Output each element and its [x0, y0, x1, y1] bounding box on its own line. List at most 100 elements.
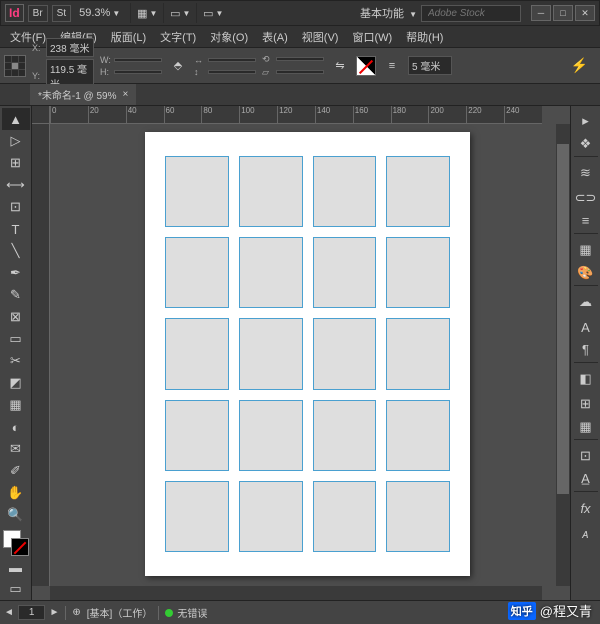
menu-view[interactable]: 视图(V) — [296, 27, 345, 47]
note-tool[interactable]: ✉ — [2, 438, 30, 460]
grid-cell[interactable] — [313, 237, 377, 308]
grid-cell[interactable] — [313, 481, 377, 552]
paragraph-styles-icon[interactable]: ⊡ — [574, 445, 598, 467]
effects-panel-icon[interactable]: fx — [574, 497, 598, 519]
constrain-icon[interactable]: ⬘ — [168, 56, 188, 76]
canvas[interactable] — [50, 124, 542, 586]
reference-point[interactable] — [4, 55, 26, 77]
search-input[interactable] — [421, 5, 521, 22]
gpu-icon[interactable]: ⚡ — [571, 57, 588, 74]
grid-cell[interactable] — [386, 237, 450, 308]
view-mode-toggle[interactable]: ▬ — [2, 556, 30, 578]
scale-y-field[interactable] — [208, 70, 256, 74]
close-icon[interactable]: × — [123, 89, 129, 100]
color-panel-icon[interactable]: ▦ — [574, 239, 598, 261]
rectangle-tool[interactable]: ▭ — [2, 328, 30, 350]
grid-cell[interactable] — [165, 481, 229, 552]
grid-cell[interactable] — [386, 318, 450, 389]
h-field[interactable] — [114, 70, 162, 74]
zoom-level[interactable]: 59.3%▼ — [79, 7, 120, 19]
minimize-button[interactable]: ─ — [531, 5, 551, 21]
grid-cell[interactable] — [386, 156, 450, 227]
grid-cell[interactable] — [165, 156, 229, 227]
horizontal-scrollbar[interactable] — [50, 586, 542, 600]
grid-cell[interactable] — [386, 400, 450, 471]
page-tool[interactable]: ⊞ — [2, 152, 30, 174]
character-styles-icon[interactable]: A̲ — [574, 470, 598, 492]
grid-cell[interactable] — [239, 481, 303, 552]
menu-table[interactable]: 表(A) — [256, 27, 294, 47]
vertical-ruler[interactable] — [32, 124, 50, 586]
page-prev-icon[interactable]: ◄ — [4, 607, 14, 618]
screen-mode-normal[interactable]: ▭ — [2, 578, 30, 600]
table-panel-icon[interactable]: ⊞ — [574, 393, 598, 415]
cell-styles-icon[interactable]: ▦ — [574, 418, 598, 440]
page-next-icon[interactable]: ► — [49, 607, 59, 618]
stroke-weight-field[interactable]: 5 毫米 — [408, 56, 452, 75]
menu-help[interactable]: 帮助(H) — [400, 27, 449, 47]
bridge-button[interactable]: Br — [28, 5, 48, 22]
free-transform-tool[interactable]: ◩ — [2, 372, 30, 394]
grid-cell[interactable] — [313, 156, 377, 227]
links-panel-icon[interactable]: ⊂⊃ — [574, 187, 598, 209]
grid-cell[interactable] — [386, 481, 450, 552]
grid-cell[interactable] — [165, 318, 229, 389]
paragraph-panel-icon[interactable]: ¶ — [574, 341, 598, 363]
direct-selection-tool[interactable]: ▷ — [2, 130, 30, 152]
scale-x-field[interactable] — [208, 58, 256, 62]
flip-h-icon[interactable]: ⇋ — [330, 56, 350, 76]
grid-cell[interactable] — [313, 400, 377, 471]
ruler-origin[interactable] — [32, 106, 50, 124]
eyedropper-tool[interactable]: ✐ — [2, 460, 30, 482]
gradient-swatch-tool[interactable]: ▦ — [2, 394, 30, 416]
grid-cell[interactable] — [313, 318, 377, 389]
screen-mode-icon[interactable]: ▭▼ — [170, 3, 190, 23]
glyphs-panel-icon[interactable]: ᴀ — [574, 522, 598, 544]
grid-cell[interactable] — [239, 400, 303, 471]
gap-tool[interactable]: ⟷ — [2, 174, 30, 196]
document-tab[interactable]: *未命名-1 @ 59% × — [30, 84, 136, 105]
grid-cell[interactable] — [239, 318, 303, 389]
preflight-profile[interactable]: [基本]（工作） — [87, 605, 153, 620]
stroke-panel-icon[interactable]: ≡ — [574, 212, 598, 234]
line-tool[interactable]: ╲ — [2, 240, 30, 262]
selection-tool[interactable]: ▲ — [2, 108, 30, 130]
type-tool[interactable]: T — [2, 218, 30, 240]
character-panel-icon[interactable]: A — [574, 316, 598, 338]
grid-cell[interactable] — [165, 237, 229, 308]
scissors-tool[interactable]: ✂ — [2, 350, 30, 372]
pencil-tool[interactable]: ✎ — [2, 284, 30, 306]
menu-object[interactable]: 对象(O) — [204, 27, 254, 47]
x-field[interactable]: 238 毫米 — [46, 38, 94, 57]
document-page[interactable] — [145, 132, 470, 576]
layers-panel-icon[interactable]: ≋ — [574, 162, 598, 184]
preflight-errors[interactable]: 无错误 — [177, 605, 207, 620]
maximize-button[interactable]: □ — [553, 5, 573, 21]
w-field[interactable] — [114, 58, 162, 62]
grid-cell[interactable] — [239, 237, 303, 308]
arrange-icon[interactable]: ▭▼ — [203, 3, 223, 23]
expand-panels-icon[interactable]: ▸ — [574, 110, 598, 132]
zoom-tool[interactable]: 🔍 — [2, 504, 30, 526]
hand-tool[interactable]: ✋ — [2, 482, 30, 504]
object-styles-icon[interactable]: ◧ — [574, 368, 598, 390]
grid-cell[interactable] — [239, 156, 303, 227]
menu-window[interactable]: 窗口(W) — [346, 27, 398, 47]
shear-field[interactable] — [276, 70, 324, 74]
fill-stroke-swatch[interactable] — [356, 56, 376, 76]
rectangle-frame-tool[interactable]: ⊠ — [2, 306, 30, 328]
menu-type[interactable]: 文字(T) — [154, 27, 202, 47]
rotate-field[interactable] — [276, 57, 324, 61]
menu-layout[interactable]: 版面(L) — [105, 27, 152, 47]
fill-stroke-toggle[interactable] — [3, 530, 29, 556]
preflight-menu-icon[interactable]: ⊕ — [72, 607, 80, 618]
workspace-switcher[interactable]: 基本功能 ▼ — [360, 5, 417, 21]
view-options-icon[interactable]: ▦▼ — [137, 3, 157, 23]
vertical-scrollbar[interactable] — [556, 124, 570, 586]
swatches-panel-icon[interactable]: 🎨 — [574, 264, 598, 286]
pages-panel-icon[interactable]: ❖ — [574, 135, 598, 157]
pen-tool[interactable]: ✒ — [2, 262, 30, 284]
page-number-field[interactable]: 1 — [18, 605, 46, 620]
horizontal-ruler[interactable]: 020406080100120140160180200220240 — [50, 106, 542, 124]
content-collector-tool[interactable]: ⊡ — [2, 196, 30, 218]
